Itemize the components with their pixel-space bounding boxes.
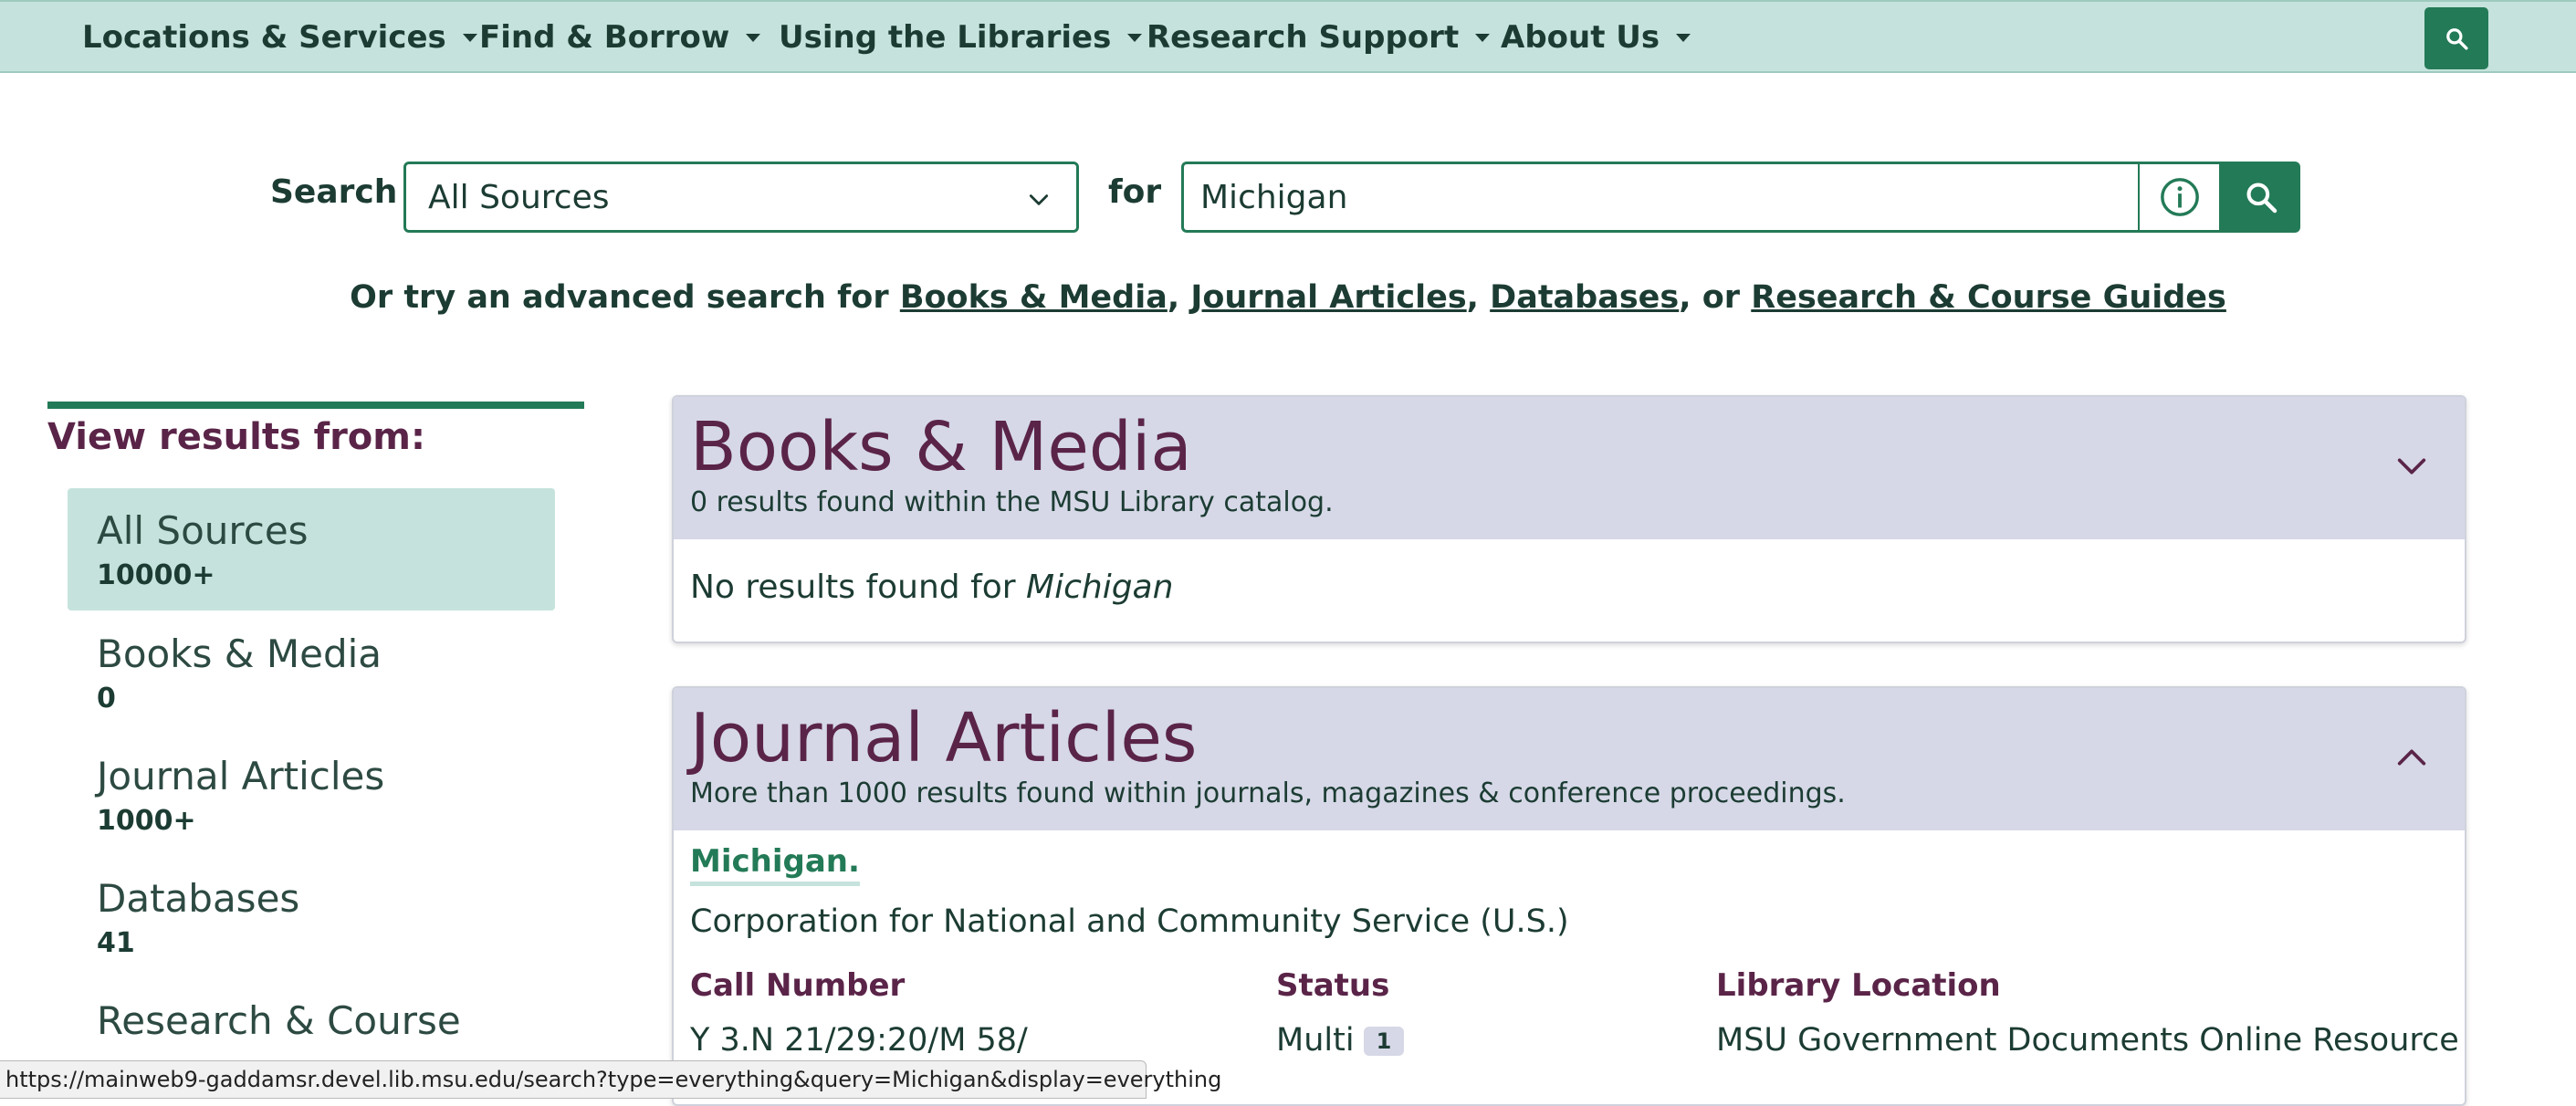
result-author: Corporation for National and Community S… xyxy=(690,903,1569,940)
facet-journal-articles[interactable]: Journal Articles 1000+ xyxy=(68,734,555,856)
browser-status-url: https://mainweb9-gaddamsr.devel.lib.msu.… xyxy=(0,1060,1221,1099)
panel-subtitle: 0 results found within the MSU Library c… xyxy=(690,486,1334,518)
nav-item-label: Using the Libraries xyxy=(779,19,1112,56)
advanced-guides-link[interactable]: Research & Course Guides xyxy=(1751,279,2226,316)
facet-count: 41 xyxy=(97,927,135,959)
caret-down-icon xyxy=(746,33,761,42)
nav-find-borrow[interactable]: Find & Borrow xyxy=(479,2,761,73)
facet-all-sources[interactable]: All Sources 10000+ xyxy=(68,488,555,610)
search-submit-button[interactable] xyxy=(2222,162,2300,233)
library-location-value: MSU Government Documents Online Resource xyxy=(1716,1022,2459,1059)
result-title-link[interactable]: Michigan. xyxy=(690,843,860,886)
facet-label: Databases xyxy=(97,876,300,921)
no-results-query: Michigan xyxy=(1026,569,1174,606)
journal-articles-panel: Journal Articles More than 1000 results … xyxy=(672,686,2466,1106)
nav-about-us[interactable]: About Us xyxy=(1501,2,1691,73)
top-navigation: Locations & Services Find & Borrow Using… xyxy=(0,0,2576,73)
caret-down-icon xyxy=(1127,33,1143,42)
status-badge: 1 xyxy=(1363,1027,1405,1056)
separator: , or xyxy=(1679,279,1752,316)
facet-books-media[interactable]: Books & Media 0 xyxy=(68,611,555,734)
nav-using-libraries[interactable]: Using the Libraries xyxy=(779,2,1143,73)
search-icon xyxy=(2246,183,2278,214)
chevron-down-icon[interactable] xyxy=(2393,448,2430,485)
facet-label: All Sources xyxy=(97,508,309,553)
panel-title: Journal Articles xyxy=(690,699,1198,777)
separator: , xyxy=(1167,279,1191,316)
search-query-input[interactable] xyxy=(1181,162,2138,233)
panel-subtitle: More than 1000 results found within jour… xyxy=(690,777,1846,809)
advanced-books-media-link[interactable]: Books & Media xyxy=(900,279,1168,316)
search-info-button[interactable] xyxy=(2138,162,2222,233)
no-results-message: No results found for Michigan xyxy=(690,569,1173,606)
nav-item-label: About Us xyxy=(1501,19,1660,56)
no-results-prefix: No results found for xyxy=(690,569,1027,606)
panel-title: Books & Media xyxy=(690,408,1192,486)
status-value: Multi 1 xyxy=(1276,1022,1405,1059)
facet-databases[interactable]: Databases 41 xyxy=(68,856,555,978)
library-location-label: Library Location xyxy=(1716,967,2001,1004)
facet-research-course-guides[interactable]: Research & Course xyxy=(68,978,555,1060)
caret-down-icon xyxy=(1676,33,1691,42)
advanced-search-links: Or try an advanced search for Books & Me… xyxy=(0,279,2576,316)
journal-articles-panel-header[interactable]: Journal Articles More than 1000 results … xyxy=(674,688,2465,830)
nav-item-label: Find & Borrow xyxy=(479,19,730,56)
nav-locations-services[interactable]: Locations & Services xyxy=(82,2,477,73)
nav-research-support[interactable]: Research Support xyxy=(1147,2,1491,73)
search-icon xyxy=(2446,28,2468,50)
facet-count: 10000+ xyxy=(97,559,215,591)
facet-label: Books & Media xyxy=(97,631,382,676)
caret-down-icon xyxy=(1475,33,1491,42)
advanced-databases-link[interactable]: Databases xyxy=(1490,279,1679,316)
facet-label: Research & Course xyxy=(97,998,461,1043)
chevron-down-icon xyxy=(1029,194,1049,205)
source-select[interactable]: All Sources xyxy=(403,162,1079,233)
separator: , xyxy=(1466,279,1491,316)
chevron-up-icon[interactable] xyxy=(2393,739,2430,776)
sidebar-divider xyxy=(47,402,584,409)
books-media-panel-header[interactable]: Books & Media 0 results found within the… xyxy=(674,397,2465,539)
nav-search-button[interactable] xyxy=(2424,7,2488,69)
nav-item-label: Research Support xyxy=(1147,19,1460,56)
caret-down-icon xyxy=(462,33,477,42)
books-media-panel: Books & Media 0 results found within the… xyxy=(672,395,2466,643)
facet-count: 1000+ xyxy=(97,805,196,837)
for-label: for xyxy=(1108,173,1162,211)
advanced-journal-articles-link[interactable]: Journal Articles xyxy=(1190,279,1466,316)
search-label: Search xyxy=(270,173,398,211)
facet-label: Journal Articles xyxy=(97,754,385,798)
status-label: Status xyxy=(1276,967,1390,1004)
sidebar-heading: View results from: xyxy=(47,416,425,458)
call-number-value: Y 3.N 21/29:20/M 58/ xyxy=(690,1022,1028,1059)
advanced-prefix: Or try an advanced search for xyxy=(350,279,900,316)
call-number-label: Call Number xyxy=(690,967,906,1004)
source-select-value: All Sources xyxy=(428,178,610,216)
facet-count: 0 xyxy=(97,683,116,715)
info-icon xyxy=(2160,178,2199,216)
nav-item-label: Locations & Services xyxy=(82,19,446,56)
status-text: Multi xyxy=(1276,1022,1355,1059)
